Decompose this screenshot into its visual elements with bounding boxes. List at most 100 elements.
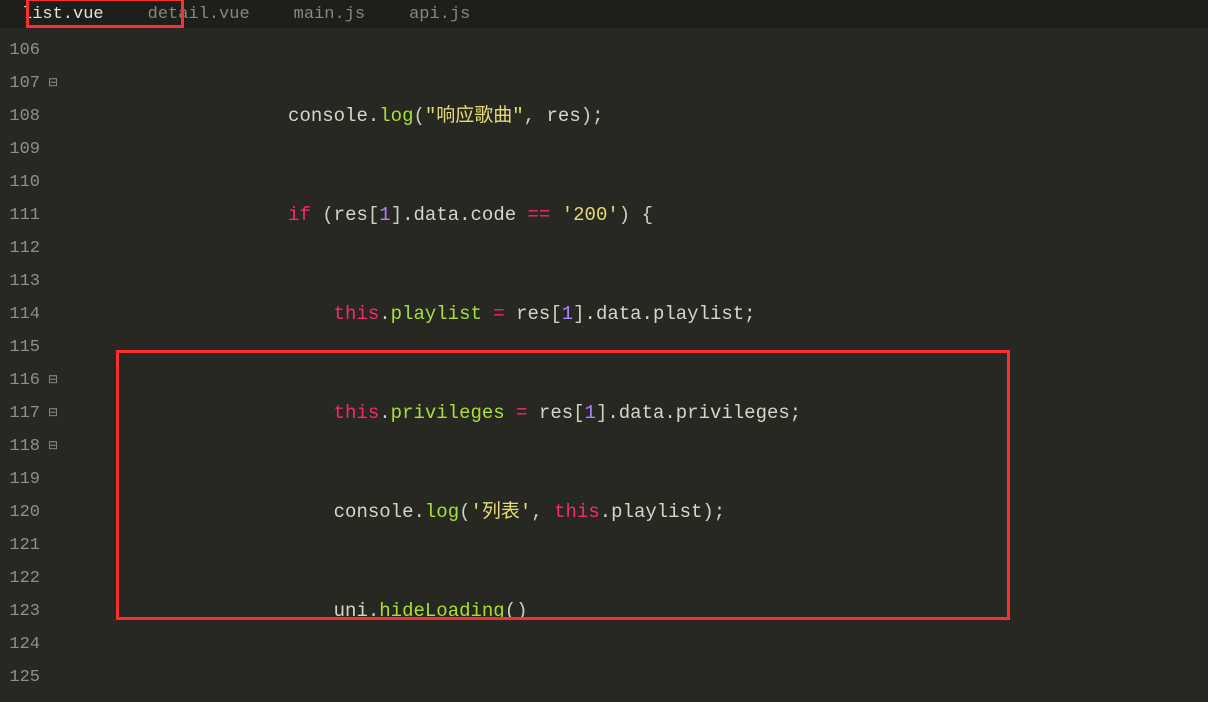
token: res	[539, 402, 573, 424]
indent	[60, 600, 334, 622]
code-line[interactable]: console.log("响应歌曲", res);	[60, 100, 1208, 133]
token-fn: log	[425, 501, 459, 523]
token-fn: log	[379, 105, 413, 127]
fold-toggle-icon[interactable]: ⊟	[46, 430, 60, 463]
line-number: 115	[0, 331, 46, 364]
line-number: 119	[0, 463, 46, 496]
indent	[60, 303, 334, 325]
token	[550, 204, 561, 226]
token	[505, 303, 516, 325]
line-number: 120	[0, 496, 46, 529]
line-number: 107	[0, 67, 46, 100]
line-number: 109	[0, 133, 46, 166]
fold-toggle-icon	[46, 166, 60, 199]
fold-toggle-icon	[46, 331, 60, 364]
line-number: 112	[0, 232, 46, 265]
token	[528, 402, 539, 424]
indent	[60, 402, 334, 424]
token: [	[550, 303, 561, 325]
line-number: 124	[0, 628, 46, 661]
tab-bar: list.vue detail.vue main.js api.js	[0, 0, 1208, 28]
line-number: 121	[0, 529, 46, 562]
line-number-gutter: 1061071081091101111121131141151161171181…	[0, 28, 46, 702]
code-line[interactable]: console.log('列表', this.playlist);	[60, 496, 1208, 529]
line-number: 114	[0, 298, 46, 331]
indent	[60, 501, 334, 523]
line-number: 116	[0, 364, 46, 397]
line-number: 111	[0, 199, 46, 232]
token: );	[581, 105, 604, 127]
fold-toggle-icon[interactable]: ⊟	[46, 67, 60, 100]
fold-toggle-icon	[46, 298, 60, 331]
token: [	[368, 204, 379, 226]
token: ]	[391, 204, 402, 226]
token: .playlist);	[600, 501, 725, 523]
token	[482, 303, 493, 325]
token: .	[379, 402, 390, 424]
token: (	[322, 204, 333, 226]
token: [	[573, 402, 584, 424]
fold-toggle-icon	[46, 100, 60, 133]
token-fn: hideLoading	[379, 600, 504, 622]
token: res	[516, 303, 550, 325]
fold-toggle-icon	[46, 133, 60, 166]
token: ()	[505, 600, 528, 622]
token: playlist	[391, 303, 482, 325]
token: uni	[334, 600, 368, 622]
token: .data.code	[402, 204, 527, 226]
tab-api-js[interactable]: api.js	[387, 2, 492, 27]
token: console	[288, 105, 368, 127]
line-number: 110	[0, 166, 46, 199]
indent	[60, 105, 288, 127]
token-num: 1	[585, 402, 596, 424]
token: ]	[596, 402, 607, 424]
fold-toggle-icon[interactable]: ⊟	[46, 397, 60, 430]
line-number: 122	[0, 562, 46, 595]
token-op: ==	[528, 204, 551, 226]
code-area[interactable]: console.log("响应歌曲", res); if (res[1].dat…	[60, 28, 1208, 702]
token: console	[334, 501, 414, 523]
indent	[60, 204, 288, 226]
tab-detail-vue[interactable]: detail.vue	[126, 2, 272, 27]
token: ,	[531, 501, 554, 523]
line-number: 125	[0, 661, 46, 694]
code-line[interactable]: uni.hideLoading()	[60, 595, 1208, 628]
code-line[interactable]: if (res[1].data.code == '200') {	[60, 199, 1208, 232]
line-number: 113	[0, 265, 46, 298]
token: ) {	[619, 204, 653, 226]
fold-toggle-icon	[46, 562, 60, 595]
code-line[interactable]: this.privileges = res[1].data.privileges…	[60, 397, 1208, 430]
token-op: =	[516, 402, 527, 424]
token: (	[414, 105, 425, 127]
token-this: this	[334, 402, 380, 424]
code-line[interactable]: this.playlist = res[1].data.playlist;	[60, 298, 1208, 331]
tab-list-vue[interactable]: list.vue	[0, 2, 126, 27]
token: privileges	[391, 402, 505, 424]
fold-toggle-icon	[46, 496, 60, 529]
line-number: 117	[0, 397, 46, 430]
token: .	[379, 303, 390, 325]
token	[311, 204, 322, 226]
line-number: 118	[0, 430, 46, 463]
token: res	[334, 204, 368, 226]
token-this: this	[334, 303, 380, 325]
token: .	[368, 105, 379, 127]
code-editor[interactable]: 1061071081091101111121131141151161171181…	[0, 28, 1208, 702]
fold-toggle-icon	[46, 199, 60, 232]
fold-toggle-icon	[46, 529, 60, 562]
line-number: 108	[0, 100, 46, 133]
fold-toggle-icon	[46, 232, 60, 265]
token-string: "响应歌曲"	[425, 105, 524, 127]
token: .	[368, 600, 379, 622]
fold-toggle-icon	[46, 265, 60, 298]
token-kw: if	[288, 204, 311, 226]
token	[505, 402, 516, 424]
token-string: '200'	[562, 204, 619, 226]
fold-toggle-icon	[46, 34, 60, 67]
token: res	[547, 105, 581, 127]
token-this: this	[554, 501, 600, 523]
tab-main-js[interactable]: main.js	[272, 2, 387, 27]
code-line[interactable]	[60, 694, 1208, 702]
fold-toggle-icon[interactable]: ⊟	[46, 364, 60, 397]
line-number: 106	[0, 34, 46, 67]
